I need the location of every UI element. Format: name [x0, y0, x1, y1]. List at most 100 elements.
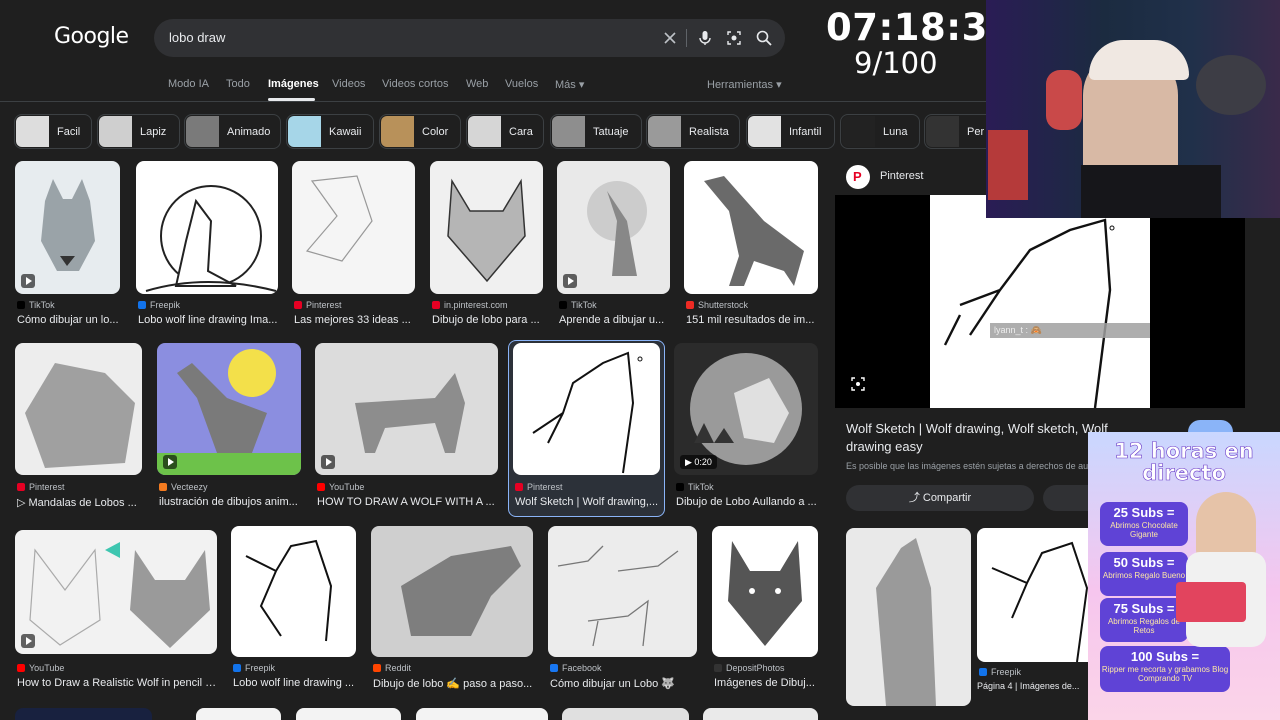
image-result-partial[interactable]	[562, 708, 689, 720]
preview-source[interactable]: Pinterest	[880, 170, 923, 182]
tiktok-icon	[17, 301, 25, 309]
tab-mas[interactable]: Más ▾	[555, 78, 584, 91]
preview-image-area[interactable]: lyann_t : 🙈	[835, 195, 1245, 409]
chip-thumbnail	[186, 116, 219, 147]
result-title[interactable]: Dibujo de Lobo Aullando a ...	[676, 496, 818, 508]
tab-vuelos[interactable]: Vuelos	[505, 78, 538, 90]
chip-cara[interactable]: Cara	[466, 114, 544, 149]
image-result-partial[interactable]	[703, 708, 818, 720]
image-result-partial[interactable]	[296, 708, 401, 720]
chip-label: Kawaii	[329, 126, 362, 138]
chip-thumbnail	[381, 116, 414, 147]
copyright-note: Es posible que las imágenes estén sujeta…	[846, 461, 1091, 471]
hoodie	[1081, 165, 1221, 218]
tools-button[interactable]: Herramientas ▾	[707, 78, 782, 91]
result-title[interactable]: 151 mil resultados de im...	[686, 314, 818, 326]
chip-infantil[interactable]: Infantil	[746, 114, 835, 149]
search-icon[interactable]	[754, 28, 774, 48]
chip-thumbnail	[288, 116, 321, 147]
chip-per[interactable]: Per	[924, 114, 994, 149]
chip-luna[interactable]: Luna	[840, 114, 920, 149]
result-title[interactable]: Wolf Sketch | Wolf drawing,...	[515, 496, 660, 508]
chip-lapiz[interactable]: Lapiz	[97, 114, 180, 149]
tab-todo[interactable]: Todo	[226, 78, 250, 90]
result-thumbnail[interactable]	[371, 526, 533, 657]
result-title[interactable]: HOW TO DRAW A WOLF WITH A ...	[317, 496, 498, 508]
chip-kawaii[interactable]: Kawaii	[286, 114, 374, 149]
result-title[interactable]: Lobo wolf line drawing ...	[233, 677, 356, 689]
chat-overlay: lyann_t : 🙈	[990, 323, 1150, 338]
result-title[interactable]: ilustración de dibujos anim...	[159, 496, 301, 508]
chip-label: Facil	[57, 126, 81, 138]
result-source: YouTube	[17, 663, 64, 673]
preview-image[interactable]: lyann_t : 🙈	[930, 195, 1150, 409]
related-title[interactable]: Página 4 | Imágenes de...	[977, 681, 1087, 691]
search-input[interactable]: lobo draw	[169, 30, 225, 45]
result-source: Freepik	[233, 663, 275, 673]
result-title[interactable]: Lobo wolf line drawing Ima...	[138, 314, 278, 326]
chip-realista[interactable]: Realista	[646, 114, 740, 149]
chip-tatuaje[interactable]: Tatuaje	[550, 114, 642, 149]
youtube-icon	[317, 483, 325, 491]
result-thumbnail[interactable]	[15, 343, 142, 475]
result-thumbnail[interactable]	[15, 161, 120, 294]
chip-label: Per	[967, 126, 985, 138]
lens-icon[interactable]	[850, 376, 866, 392]
video-badge	[321, 455, 335, 469]
result-thumbnail[interactable]	[136, 161, 278, 294]
result-title[interactable]: Las mejores 33 ideas ...	[294, 314, 415, 326]
result-thumbnail[interactable]	[513, 343, 660, 475]
chip-label: Luna	[883, 126, 908, 138]
result-title[interactable]: Dibujo de lobo ✍️ paso a paso...	[373, 677, 533, 690]
page: Google lobo draw Modo IA Todo Imágenes V…	[0, 0, 1280, 720]
result-thumbnail[interactable]	[231, 526, 356, 657]
chip-color[interactable]: Color	[379, 114, 461, 149]
result-source: DepositPhotos	[714, 663, 785, 673]
result-title[interactable]: ▷ Mandalas de Lobos ...	[17, 496, 142, 509]
result-title[interactable]: Dibujo de lobo para ...	[432, 314, 543, 326]
share-button[interactable]: ⤴ Compartir	[846, 485, 1034, 511]
tab-web[interactable]: Web	[466, 78, 488, 90]
image-result-partial[interactable]	[15, 708, 152, 720]
image-result-partial[interactable]	[196, 708, 281, 720]
result-thumbnail[interactable]	[315, 343, 498, 475]
clear-icon[interactable]	[660, 28, 680, 48]
freepik-icon	[979, 668, 987, 676]
result-source: TikTok	[17, 300, 55, 310]
google-logo[interactable]: Google	[54, 24, 129, 49]
webcam-overlay	[986, 0, 1280, 218]
lens-icon[interactable]	[724, 28, 744, 48]
tab-imagenes[interactable]: Imágenes	[268, 78, 319, 90]
result-title[interactable]: Aprende a dibujar u...	[559, 314, 670, 326]
chip-label: Tatuaje	[593, 126, 629, 138]
stream-promo-overlay: 12 horas en directo 25 Subs = Abrimos Cho…	[1088, 432, 1280, 720]
pinterest-icon	[17, 483, 25, 491]
result-thumbnail[interactable]	[15, 530, 217, 654]
chip-animado[interactable]: Animado	[184, 114, 281, 149]
result-thumbnail[interactable]	[157, 343, 301, 475]
result-thumbnail[interactable]	[712, 526, 818, 657]
result-thumbnail[interactable]	[292, 161, 415, 294]
chip-thumbnail	[842, 116, 875, 147]
chip-label: Infantil	[789, 126, 822, 138]
search-box[interactable]: lobo draw	[154, 19, 785, 57]
result-title[interactable]: How to Draw a Realistic Wolf in pencil -…	[17, 677, 217, 689]
result-title[interactable]: Imágenes de Dibuj...	[714, 677, 818, 689]
result-thumbnail[interactable]	[548, 526, 697, 657]
related-image[interactable]	[846, 528, 971, 706]
result-thumbnail[interactable]: ▶ 0:20	[674, 343, 818, 475]
chip-facil[interactable]: Facil	[14, 114, 92, 149]
image-result-partial[interactable]	[416, 708, 548, 720]
result-title[interactable]: Cómo dibujar un Lobo 🐺	[550, 677, 697, 690]
pinterest-icon	[432, 301, 440, 309]
tab-videos-cortos[interactable]: Videos cortos	[382, 78, 448, 90]
tab-modo-ia[interactable]: Modo IA	[168, 78, 209, 90]
result-thumbnail[interactable]	[684, 161, 818, 294]
result-title[interactable]: Cómo dibujar un lo...	[17, 314, 120, 326]
result-thumbnail[interactable]	[430, 161, 543, 294]
result-thumbnail[interactable]	[557, 161, 670, 294]
tab-videos[interactable]: Videos	[332, 78, 365, 90]
chip-label: Lapiz	[140, 126, 167, 138]
related-image[interactable]	[977, 528, 1097, 662]
mic-icon[interactable]	[695, 28, 715, 48]
